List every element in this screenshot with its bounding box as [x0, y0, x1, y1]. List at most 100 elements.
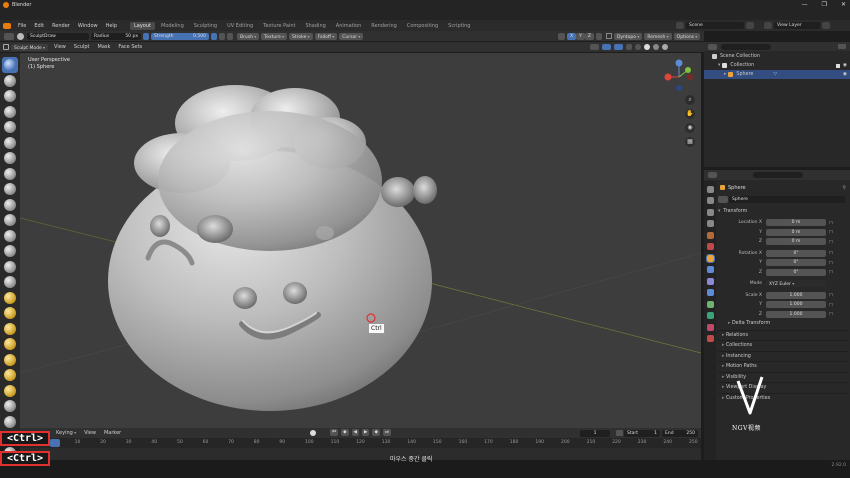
lock-icon[interactable]: ⊓	[829, 311, 833, 317]
timeline-menu-view[interactable]: View	[80, 430, 100, 436]
tool-flatten-icon[interactable]	[4, 214, 16, 226]
viewport-menu-mask[interactable]: Mask	[94, 44, 115, 50]
scale-z-field[interactable]: 1.000	[766, 310, 826, 318]
xray-toggle-icon[interactable]	[626, 44, 632, 50]
cursor-menu[interactable]: Cursor	[339, 32, 364, 40]
tool-clay-thumb-icon[interactable]	[4, 121, 16, 133]
tool-blob-icon[interactable]	[4, 167, 16, 180]
keying-menu[interactable]: Keying	[52, 430, 80, 436]
view-layer-field[interactable]: View Layer	[774, 22, 820, 29]
pin-icon[interactable]: ⚲	[842, 185, 846, 191]
tool-rotate-icon[interactable]	[4, 384, 16, 397]
shading-rendered-icon[interactable]	[662, 44, 668, 50]
tool-draw-sharp-icon[interactable]	[4, 74, 16, 87]
tab-texture-paint[interactable]: Texture Paint	[259, 22, 299, 30]
object-name-field[interactable]: Sphere	[729, 196, 845, 203]
tool-multiplane-scrape-icon[interactable]	[4, 260, 16, 273]
strength-field[interactable]: Strength 0.500	[151, 32, 209, 40]
pan-hand-icon[interactable]: ✋	[685, 109, 695, 119]
overlay-toggle-icon[interactable]	[614, 44, 623, 50]
tool-crease-icon[interactable]	[4, 183, 16, 195]
symmetry-x-toggle[interactable]: X	[567, 32, 577, 40]
constraints-tab-icon[interactable]	[706, 300, 714, 308]
frame-ruler[interactable]: 0102030405060708090100110120130140150160…	[20, 438, 701, 448]
delta-transform-subpanel[interactable]: Delta Transform	[718, 319, 848, 330]
minimize-button[interactable]: —	[802, 1, 808, 8]
viewport-menu-face-sets[interactable]: Face Sets	[114, 44, 146, 50]
stroke-menu[interactable]: Stroke	[289, 32, 313, 40]
symmetry-y-toggle[interactable]: Y	[576, 32, 585, 40]
shading-wireframe-icon[interactable]	[635, 44, 641, 50]
instancing-panel[interactable]: Instancing	[718, 350, 848, 362]
camera-view-icon[interactable]: ◉	[685, 123, 695, 133]
viewport-menu-view[interactable]: View	[50, 44, 70, 50]
collection-visibility-icon[interactable]: ◉	[843, 61, 847, 70]
jump-start-icon[interactable]: ⏮	[330, 429, 339, 436]
lock-icon[interactable]: ⊓	[829, 302, 833, 308]
sphere-mesh[interactable]	[108, 85, 437, 411]
tab-scripting[interactable]: Scripting	[444, 22, 474, 30]
scene-name-field[interactable]: Scene	[686, 22, 744, 29]
playhead[interactable]	[50, 439, 60, 447]
timeline-track-area[interactable]	[20, 448, 701, 460]
rotation-x-field[interactable]: 0°	[766, 249, 826, 257]
brush-name-field[interactable]: SculptDraw	[27, 32, 89, 40]
world-tab-icon[interactable]	[706, 243, 714, 250]
maximize-button[interactable]: ❐	[822, 1, 827, 8]
falloff-menu[interactable]: Falloff	[314, 32, 338, 40]
modifier-tab-icon[interactable]	[706, 266, 714, 273]
collection-checkbox[interactable]	[836, 63, 840, 68]
direction-add-icon[interactable]	[219, 32, 225, 40]
lock-icon[interactable]: ⊓	[829, 229, 833, 235]
relations-panel[interactable]: Relations	[718, 329, 848, 341]
menu-edit[interactable]: Edit	[30, 23, 48, 29]
visibility-icon[interactable]	[590, 44, 599, 50]
rotation-z-field[interactable]: 0°	[766, 268, 826, 276]
motion-paths-panel[interactable]: Motion Paths	[718, 361, 848, 372]
tool-boundary-icon[interactable]	[4, 415, 16, 428]
tab-rendering[interactable]: Rendering	[367, 22, 401, 30]
object-tab-icon[interactable]	[705, 253, 715, 263]
lock-icon[interactable]: ⊓	[829, 239, 833, 245]
sphere-visibility-icon[interactable]: ◉	[843, 70, 847, 79]
tool-scrape-icon[interactable]	[4, 245, 16, 257]
scale-x-field[interactable]: 1.000	[766, 291, 826, 299]
object-browse-icon[interactable]	[718, 196, 728, 203]
editor-type-icon[interactable]	[4, 32, 14, 40]
end-frame-field[interactable]: End 250	[662, 429, 698, 437]
zoom-icon[interactable]: ⌕	[685, 95, 695, 105]
axis-gizmo[interactable]	[664, 59, 694, 92]
scale-y-field[interactable]: 1.000	[766, 301, 826, 309]
outliner-editor-icon[interactable]	[708, 43, 717, 50]
lock-icon[interactable]: ⊓	[829, 292, 833, 298]
shading-material-icon[interactable]	[653, 44, 659, 50]
viewport-menu-sculpt[interactable]: Sculpt	[70, 44, 94, 50]
render-tab-icon[interactable]	[706, 197, 714, 204]
strength-pressure-icon[interactable]	[211, 32, 217, 40]
clock-icon[interactable]	[616, 430, 623, 436]
texture-menu[interactable]: Texture	[261, 32, 288, 40]
tool-clay-icon[interactable]	[4, 90, 16, 102]
outliner-search-input[interactable]	[721, 43, 771, 50]
tool-pinch-icon[interactable]	[4, 276, 16, 288]
rotation-y-field[interactable]: 0°	[766, 259, 826, 267]
prev-key-icon[interactable]: ◆	[341, 429, 349, 436]
tool-thumb-icon[interactable]	[4, 338, 16, 350]
collections-panel[interactable]: Collections	[718, 340, 848, 351]
lock-icon[interactable]: ⊓	[829, 220, 833, 226]
outliner-item-scene-collection[interactable]: Scene Collection	[712, 52, 850, 61]
tool-pose-icon[interactable]	[4, 353, 16, 366]
remesh-menu[interactable]: Remesh	[644, 32, 672, 40]
transform-panel-header[interactable]: ▾ Transform	[718, 206, 848, 216]
dyntopo-checkbox[interactable]	[605, 33, 612, 39]
mirror-settings-icon[interactable]	[595, 32, 602, 40]
lock-icon[interactable]: ⊓	[829, 269, 833, 275]
gizmo-toggle-icon[interactable]	[602, 44, 611, 50]
tool-smooth-icon[interactable]	[4, 198, 16, 211]
shading-solid-icon[interactable]	[644, 44, 650, 50]
timeline-menu-marker[interactable]: Marker	[100, 430, 125, 436]
menu-window[interactable]: Window	[74, 23, 102, 29]
current-frame-field[interactable]: 1	[580, 429, 610, 437]
expand-arrow-icon[interactable]: ▾	[718, 61, 720, 70]
menu-file[interactable]: File	[14, 23, 30, 29]
